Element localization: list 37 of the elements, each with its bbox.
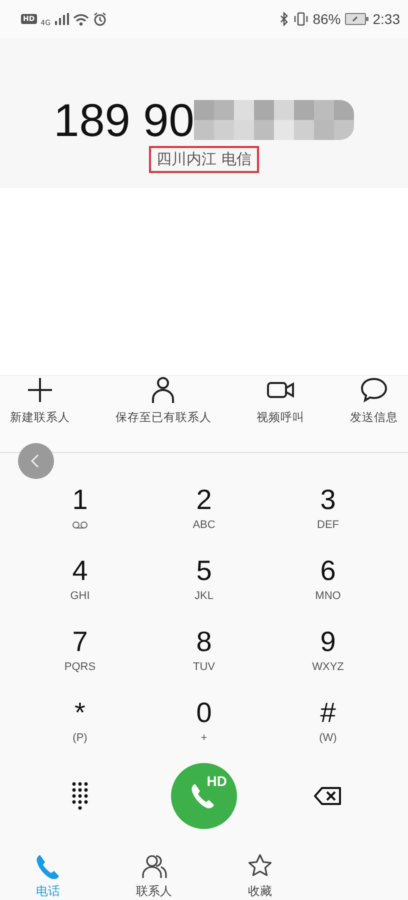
- dial-key[interactable]: 8 TUV: [142, 625, 266, 684]
- phone-number: 189 90: [54, 94, 194, 146]
- dial-key[interactable]: # (W): [266, 696, 390, 755]
- plus-icon: [26, 376, 54, 404]
- bluetooth-icon: [278, 12, 289, 26]
- dial-key[interactable]: * (P): [18, 696, 142, 755]
- phone-icon: [35, 853, 61, 879]
- wifi-icon: [72, 12, 89, 26]
- people-icon: [141, 853, 167, 879]
- dialpad-icon[interactable]: [71, 781, 89, 811]
- star-icon: [247, 853, 273, 879]
- battery-icon: [344, 13, 369, 25]
- voicemail-icon: [72, 521, 88, 529]
- alarm-icon: [92, 12, 107, 26]
- speech-bubble-icon: [360, 376, 388, 404]
- action-button[interactable]: 新建联系人: [6, 376, 74, 425]
- dial-key[interactable]: 5 JKL: [142, 554, 266, 613]
- dial-key[interactable]: 4 GHI: [18, 554, 142, 613]
- nav-tab[interactable]: 收藏: [207, 853, 313, 900]
- dial-key[interactable]: 0 +: [142, 696, 266, 755]
- dial-key[interactable]: 9 WXYZ: [266, 625, 390, 684]
- battery-percent: 86%: [312, 11, 341, 27]
- dial-key[interactable]: 1: [18, 483, 142, 542]
- action-button[interactable]: 发送信息: [346, 376, 402, 425]
- dial-key[interactable]: 6 MNO: [266, 554, 390, 613]
- action-button[interactable]: 视频呼叫: [252, 376, 309, 425]
- dial-key[interactable]: 3 DEF: [266, 483, 390, 542]
- vibrate-icon: [292, 12, 309, 26]
- location-label: 四川内江 电信: [148, 146, 260, 173]
- backspace-icon[interactable]: [314, 787, 342, 805]
- nav-tab[interactable]: 联系人: [101, 853, 207, 900]
- clock: 2:33: [372, 11, 400, 27]
- dial-key[interactable]: 7 PQRS: [18, 625, 142, 684]
- signal-icon: [54, 13, 69, 25]
- action-button[interactable]: 保存至已有联系人: [111, 376, 216, 425]
- back-button[interactable]: [18, 443, 54, 479]
- dial-key[interactable]: 2 ABC: [142, 483, 266, 542]
